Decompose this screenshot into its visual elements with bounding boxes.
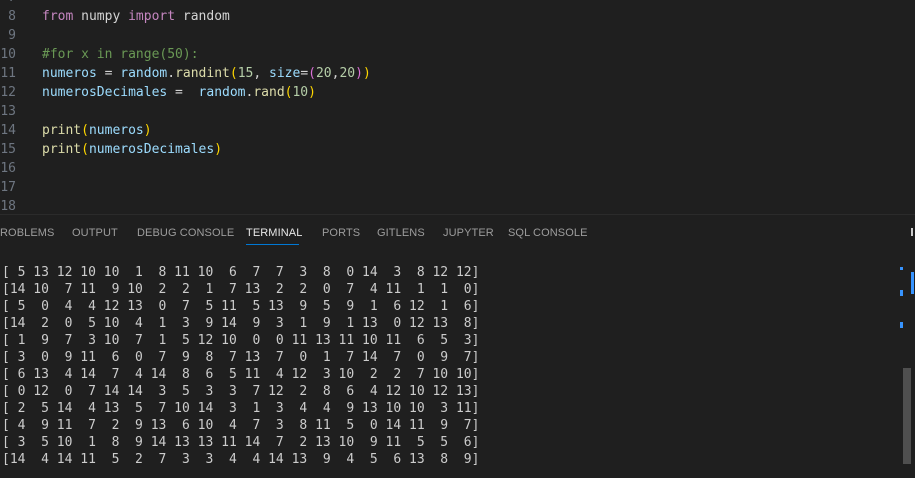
code-token: rand (253, 85, 285, 100)
code-token: print (42, 142, 82, 157)
terminal-line: [14 2 0 5 10 4 1 3 9 14 9 3 1 9 1 13 0 1… (2, 316, 480, 331)
tab-debug-console[interactable]: DEBUG CONSOLE (137, 227, 234, 239)
overview-ruler-marker (911, 272, 914, 294)
line-number: 14 (0, 123, 16, 138)
code-line[interactable]: 18 (0, 197, 915, 214)
line-number: 8 (8, 9, 16, 24)
line-number: 11 (0, 66, 16, 81)
terminal-line: [ 5 0 4 4 12 13 0 7 5 11 5 13 9 5 9 1 6 … (2, 299, 480, 314)
code-token: numpy (81, 9, 121, 24)
line-number: 17 (0, 180, 16, 195)
code-token: randint (175, 66, 230, 81)
terminal-line: [ 1 9 7 3 10 7 1 5 12 10 0 0 11 13 11 10… (2, 333, 480, 348)
code-line[interactable]: 13 (0, 102, 915, 121)
scrollbar-marker (900, 267, 903, 270)
code-token: ) (355, 66, 363, 81)
code-text: numeros = random.randint(15, size=(20,20… (42, 64, 371, 83)
code-token: random (182, 9, 230, 24)
code-token: ) (214, 142, 223, 157)
code-token: ) (362, 66, 371, 81)
code-token: 20 (339, 66, 356, 81)
code-token: 10 (292, 85, 309, 100)
terminal-line: [ 4 9 11 7 2 9 13 6 10 4 7 3 8 11 5 0 14… (2, 418, 480, 433)
terminal-line: [ 5 13 12 10 10 1 8 11 10 6 7 7 3 8 0 14… (2, 265, 480, 280)
code-token: = (300, 66, 309, 81)
tab-gitlens[interactable]: GITLENS (377, 227, 425, 239)
tab-sql-console[interactable]: SQL CONSOLE (508, 227, 588, 239)
code-token: random (198, 85, 246, 100)
line-number: 7 (0, 0, 16, 7)
code-token: numerosDecimales (42, 85, 168, 100)
code-line[interactable]: 15 print(numerosDecimales) (0, 140, 915, 159)
code-token: random (120, 66, 168, 81)
scrollbar-marker (900, 322, 903, 328)
code-token: size (269, 66, 301, 81)
code-token: = (167, 85, 199, 100)
code-line[interactable]: 11 numeros = random.randint(15, size=(20,… (0, 64, 915, 83)
code-token: import (128, 9, 176, 24)
code-line[interactable]: 7 (0, 0, 915, 7)
terminal-line: [ 0 12 0 7 14 14 3 5 3 3 7 12 2 8 6 4 12… (2, 384, 480, 399)
code-token: ( (81, 142, 89, 157)
code-line[interactable]: 16 (0, 159, 915, 178)
code-token: = (96, 66, 121, 81)
code-text: numerosDecimales = random.rand(10) (42, 83, 316, 102)
terminal-line: [14 4 14 11 5 2 7 3 3 4 4 14 13 9 4 5 6 … (2, 452, 480, 467)
bottom-strip (0, 468, 915, 478)
code-token: print (42, 123, 82, 138)
code-text: from numpy import random (42, 7, 230, 26)
scrollbar-marker (900, 290, 903, 296)
code-text: print(numerosDecimales) (42, 140, 222, 159)
terminal-line: [ 6 13 4 14 7 4 14 8 6 5 11 4 12 3 10 2 … (2, 367, 480, 382)
line-number: 9 (8, 28, 16, 43)
active-tab-indicator (246, 244, 299, 245)
line-number: 15 (0, 142, 16, 157)
code-token: numerosDecimales (88, 142, 215, 157)
code-token: . (167, 66, 176, 81)
code-token: 15 (237, 66, 254, 81)
panel-tabs: ROBLEMS OUTPUT DEBUG CONSOLE TERMINAL PO… (0, 215, 915, 253)
terminal-line: [ 2 5 14 4 13 5 7 10 14 3 1 3 4 4 9 13 1… (2, 401, 480, 416)
code-line[interactable]: 14 print(numeros) (0, 121, 915, 140)
terminal-line: [ 3 5 10 1 8 9 14 13 13 11 14 7 2 13 10 … (2, 435, 480, 450)
code-text: #for x in range(50): (42, 45, 199, 64)
code-token: , (253, 66, 270, 81)
panel-edge-handle[interactable] (911, 228, 913, 236)
line-number: 13 (0, 104, 16, 119)
tab-problems[interactable]: ROBLEMS (0, 227, 55, 239)
line-number: 12 (0, 85, 16, 100)
code-token: ) (308, 85, 316, 100)
code-token: numeros (42, 66, 97, 81)
code-line[interactable]: 17 (0, 178, 915, 197)
line-number: 16 (0, 161, 16, 176)
code-token: ( (81, 123, 89, 138)
tab-terminal[interactable]: TERMINAL (246, 227, 302, 239)
terminal-scrollbar[interactable] (903, 368, 911, 464)
code-line[interactable]: 8 from numpy import random (0, 7, 915, 26)
tab-output[interactable]: OUTPUT (72, 227, 118, 239)
line-number: 10 (0, 47, 16, 62)
code-line[interactable]: 10 #for x in range(50): (0, 45, 915, 64)
terminal-line: [ 3 0 9 11 6 0 7 9 8 7 13 7 0 1 7 14 7 0… (2, 350, 480, 365)
terminal-line: [14 10 7 11 9 10 2 2 1 7 13 2 2 0 7 4 11… (2, 282, 480, 297)
tab-jupyter[interactable]: JUPYTER (443, 227, 494, 239)
code-text: print(numeros) (42, 121, 152, 140)
line-number: 18 (0, 199, 16, 214)
code-token: ) (143, 123, 152, 138)
code-token: numeros (88, 123, 144, 138)
code-token: from (42, 9, 74, 24)
tab-ports[interactable]: PORTS (322, 227, 360, 239)
code-token: #for x in range(50): (42, 47, 199, 62)
code-editor[interactable]: 7 8 from numpy import random 9 10 #for x in r… (0, 0, 915, 214)
code-token: 20 (315, 66, 332, 81)
code-token: ( (229, 66, 238, 81)
code-line[interactable]: 9 (0, 26, 915, 45)
terminal-output[interactable]: [ 5 13 12 10 10 1 8 11 10 6 7 7 3 8 0 14… (0, 262, 900, 468)
code-line[interactable]: 12 numerosDecimales = random.rand(10) (0, 83, 915, 102)
code-token: ( (308, 66, 316, 81)
